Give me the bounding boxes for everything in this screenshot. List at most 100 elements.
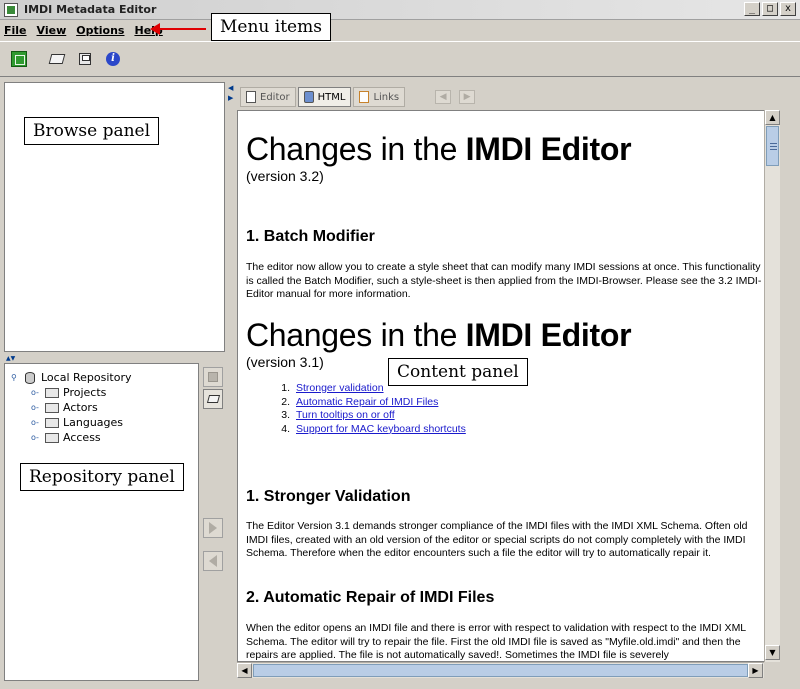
tab-label: Links [373,91,400,103]
collapse-right-icon[interactable]: ▶ [228,94,233,102]
heading-bold: IMDI Editor [465,131,632,167]
tree-item-label: Projects [63,386,107,399]
maximize-button[interactable]: □ [762,2,778,16]
repository-side-toolbar [200,363,226,681]
info-icon: i [106,52,120,66]
forward-button[interactable]: ▶ [459,90,476,104]
tree-item-label: Languages [63,416,124,429]
version-31: (version 3.1) [246,354,324,370]
expand-handle-icon[interactable]: o- [31,403,41,412]
info-button[interactable]: i [102,48,124,70]
folder-icon [45,432,59,443]
toc-link[interactable]: Support for MAC keyboard shortcuts [296,423,466,437]
menu-view[interactable]: View [33,24,71,37]
table-of-contents: 1. Stronger validation 2. Automatic Repair… [270,382,466,436]
repository-tree: ⚲ Local Repository o- Projects o- Actors… [11,370,132,445]
tab-label: Editor [260,91,290,103]
move-right-button[interactable] [203,518,223,538]
document-icon [246,91,256,103]
horizontal-scrollbar[interactable]: ◀ ▶ [237,662,764,678]
arrow-right-icon [209,522,217,534]
open-icon [206,395,220,403]
save-icon [79,53,91,65]
paragraph-batch: The editor now allow you to create a sty… [246,261,762,300]
annotation-arrow [150,23,206,35]
version-32: (version 3.2) [246,168,324,184]
tree-root[interactable]: ⚲ Local Repository [11,370,132,385]
toc-link[interactable]: Turn tooltips on or off [296,409,395,423]
toc-link[interactable]: Stronger validation [296,382,384,396]
paragraph-validation: The Editor Version 3.1 demands stronger … [246,520,748,559]
collapse-left-icon[interactable]: ◀ [228,84,233,92]
menu-help[interactable]: Help [130,24,166,37]
open-button[interactable] [46,48,68,70]
expand-handle-icon[interactable]: o- [31,433,41,442]
callout-content-panel: Content panel [388,358,528,386]
toc-item: 2. Automatic Repair of IMDI Files [270,396,466,410]
title-bar: IMDI Metadata Editor _ □ x [0,0,800,20]
new-icon [11,51,27,67]
toc-number: 4. [281,422,290,435]
scroll-up-button[interactable]: ▲ [765,110,780,125]
app-icon [4,2,18,17]
heading-bold: IMDI Editor [465,317,632,353]
open-icon [48,54,66,64]
tree-item-label: Actors [63,401,98,414]
menu-file[interactable]: File [0,24,31,37]
save-button[interactable] [74,48,96,70]
tree-root-label: Local Repository [41,371,132,384]
expand-handle-icon[interactable]: ⚲ [11,373,21,382]
tree-item-projects[interactable]: o- Projects [11,385,132,400]
save-icon [208,372,218,382]
split-collapse-icon[interactable]: ▲▼ [6,356,15,362]
vertical-splitter[interactable]: ◀ ▶ [227,80,237,685]
scroll-thumb[interactable] [766,126,779,166]
tab-editor[interactable]: Editor [240,87,296,107]
scroll-down-button[interactable]: ▼ [765,645,780,660]
folder-icon [45,387,59,398]
window-title: IMDI Metadata Editor [24,3,157,16]
tree-item-languages[interactable]: o- Languages [11,415,132,430]
toolbar: i [0,41,800,77]
minimize-button[interactable]: _ [744,2,760,16]
scroll-right-button[interactable]: ▶ [748,663,763,678]
toc-link[interactable]: Automatic Repair of IMDI Files [296,396,438,410]
history-nav: ◀ ▶ [435,90,476,104]
move-left-button[interactable] [203,551,223,571]
heading-changes-31: Changes in the IMDI Editor [246,317,632,354]
section-automatic-repair: 2. Automatic Repair of IMDI Files [246,589,495,606]
repo-save-button[interactable] [203,367,223,387]
content-panel[interactable]: Changes in the IMDI Editor (version 3.2)… [237,110,779,662]
tree-item-actors[interactable]: o- Actors [11,400,132,415]
heading-prefix: Changes in the [246,131,466,167]
close-button[interactable]: x [780,2,796,16]
vertical-scrollbar[interactable]: ▲ ▼ [764,110,780,662]
repo-open-button[interactable] [203,389,223,409]
scroll-left-button[interactable]: ◀ [237,663,252,678]
content-tabs: Editor HTML Links ◀ ▶ [240,86,476,108]
folder-icon [45,402,59,413]
tab-links[interactable]: Links [353,87,406,107]
tab-html[interactable]: HTML [297,87,352,107]
toc-item: 3. Turn tooltips on or off [270,409,466,423]
expand-handle-icon[interactable]: o- [31,418,41,427]
section-stronger-validation: 1. Stronger Validation [246,488,411,505]
horizontal-scroll-thumb[interactable] [253,664,748,677]
toc-number: 3. [281,409,290,422]
toc-item: 4. Support for MAC keyboard shortcuts [270,423,466,437]
callout-browse-panel: Browse panel [24,117,160,145]
new-button[interactable] [8,48,30,70]
section-batch-modifier: 1. Batch Modifier [246,228,375,245]
links-icon [359,91,370,103]
callout-repository-panel: Repository panel [20,463,184,491]
repository-panel: ⚲ Local Repository o- Projects o- Actors… [4,363,199,681]
menu-options[interactable]: Options [72,24,128,37]
html-icon [303,91,314,103]
callout-menu-items: Menu items [211,13,331,41]
expand-handle-icon[interactable]: o- [31,388,41,397]
menu-bar: File View Options Help [0,20,800,40]
back-button[interactable]: ◀ [435,90,452,104]
arrow-left-icon [209,555,217,567]
heading-changes-32: Changes in the IMDI Editor [246,131,632,168]
tree-item-access[interactable]: o- Access [11,430,132,445]
